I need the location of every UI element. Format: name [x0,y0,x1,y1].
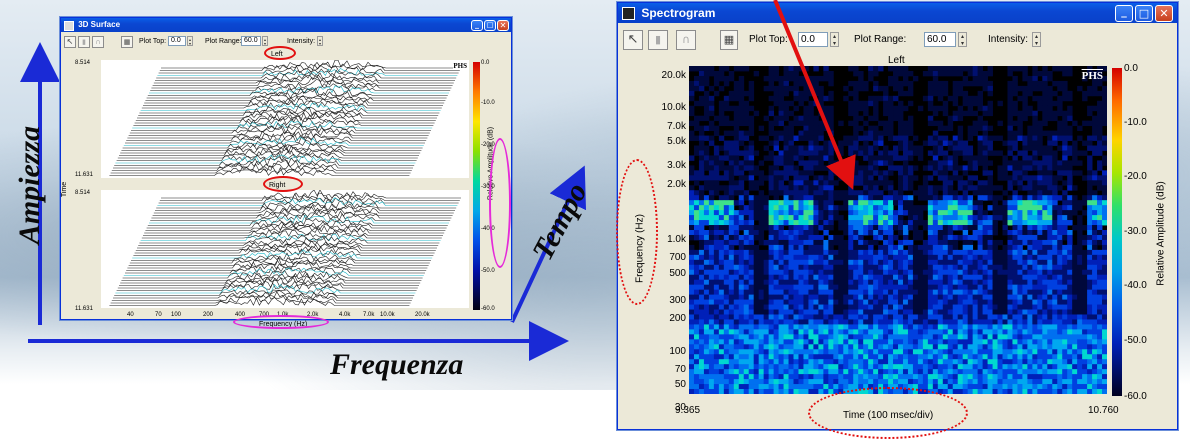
pointer-arrow-line [773,0,856,190]
pointer-arrow [773,0,856,190]
